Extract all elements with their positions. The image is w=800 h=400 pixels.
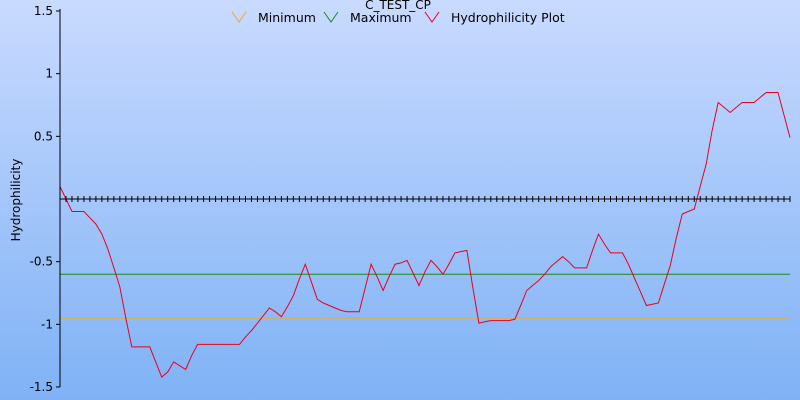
- y-tick-label: 1: [45, 67, 53, 81]
- y-tick-label: -1.5: [30, 380, 53, 394]
- legend-label-maximum: Maximum: [350, 10, 412, 25]
- y-tick-label: 1.5: [34, 4, 53, 18]
- legend-label-hydrophilicity-plot: Hydrophilicity Plot: [451, 10, 565, 25]
- y-tick-label: -1: [41, 317, 53, 331]
- chart-legend: Minimum Maximum Hydrophilicity Plot: [231, 10, 565, 25]
- legend-label-minimum: Minimum: [258, 10, 316, 25]
- y-axis-label: Hydrophilicity: [9, 159, 23, 242]
- y-tick-label: -0.5: [30, 255, 53, 269]
- hydrophilicity-chart: C_TEST_CP Minimum Maximum Hydrophilicity P…: [0, 0, 800, 400]
- y-tick-label: 0.5: [34, 129, 53, 143]
